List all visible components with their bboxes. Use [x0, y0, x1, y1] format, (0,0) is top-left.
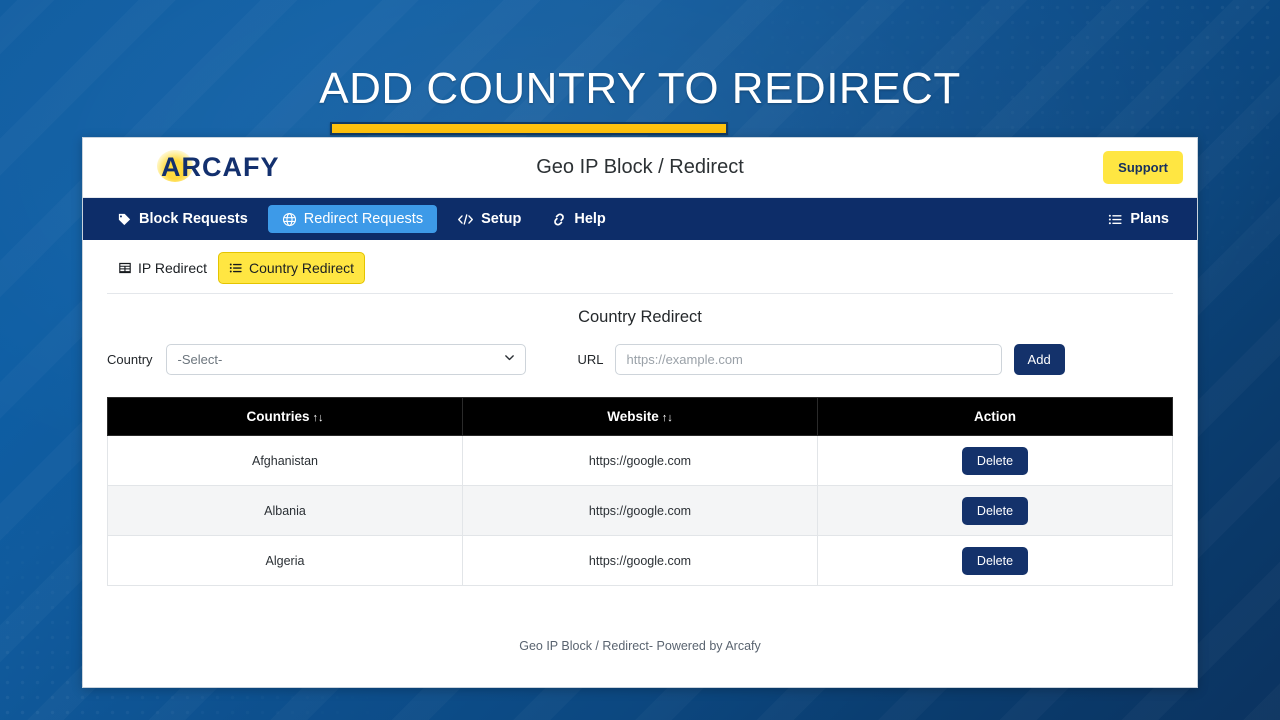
country-select-wrapper: -Select-: [166, 344, 526, 375]
table-icon: [118, 261, 132, 275]
column-label-website: Website: [607, 409, 659, 424]
column-header-action: Action: [818, 398, 1173, 436]
delete-button[interactable]: Delete: [962, 547, 1028, 575]
cell-country: Afghanistan: [108, 436, 463, 486]
app-window: ARCAFY Geo IP Block / Redirect Support B…: [82, 137, 1198, 688]
list-icon: [1108, 212, 1123, 227]
cell-website: https://google.com: [463, 436, 818, 486]
column-header-website[interactable]: Website↑↓: [463, 398, 818, 436]
delete-button[interactable]: Delete: [962, 447, 1028, 475]
sort-icon-website[interactable]: ↑↓: [662, 412, 673, 424]
list-icon: [229, 261, 243, 275]
add-country-form: Country -Select- URL Add: [83, 327, 1197, 375]
cell-country: Algeria: [108, 536, 463, 586]
logo-letter-a: A: [161, 152, 182, 182]
redirects-table-wrapper: Countries↑↓ Website↑↓ Action Afghanistan…: [83, 375, 1197, 586]
add-button[interactable]: Add: [1014, 344, 1065, 375]
nav-label-help: Help: [574, 211, 605, 227]
table-head: Countries↑↓ Website↑↓ Action: [108, 398, 1173, 436]
nav-item-block-requests[interactable]: Block Requests: [107, 206, 258, 232]
table-row: Algeria https://google.com Delete: [108, 536, 1173, 586]
nav-label-setup: Setup: [481, 211, 521, 227]
tab-label-country-redirect: Country Redirect: [249, 260, 354, 276]
logo-text: ARCAFY: [161, 154, 280, 181]
url-label: URL: [578, 352, 604, 367]
nav-item-setup[interactable]: Setup: [447, 206, 531, 232]
app-header: ARCAFY Geo IP Block / Redirect Support: [83, 138, 1197, 198]
nav-label-plans: Plans: [1130, 211, 1169, 227]
table-row: Albania https://google.com Delete: [108, 486, 1173, 536]
cell-website: https://google.com: [463, 536, 818, 586]
column-label-countries: Countries: [246, 409, 309, 424]
support-button[interactable]: Support: [1103, 151, 1183, 184]
table-body: Afghanistan https://google.com Delete Al…: [108, 436, 1173, 586]
nav-label-redirect-requests: Redirect Requests: [304, 211, 423, 227]
globe-icon: [282, 212, 297, 227]
slide-title-underline: [330, 122, 728, 135]
column-label-action: Action: [974, 409, 1016, 424]
url-input[interactable]: [615, 344, 1002, 375]
tag-icon: [117, 212, 132, 227]
table-header-row: Countries↑↓ Website↑↓ Action: [108, 398, 1173, 436]
slide-title: ADD COUNTRY TO REDIRECT: [0, 64, 1280, 114]
table-row: Afghanistan https://google.com Delete: [108, 436, 1173, 486]
country-select-value: -Select-: [178, 352, 223, 367]
logo-letters-rest: RCAFY: [182, 152, 280, 182]
tab-ip-redirect[interactable]: IP Redirect: [107, 252, 218, 284]
section-title: Country Redirect: [83, 308, 1197, 327]
nav-item-help[interactable]: Help: [541, 206, 615, 232]
nav-item-plans[interactable]: Plans: [1098, 206, 1179, 232]
sort-icon-countries[interactable]: ↑↓: [313, 412, 324, 424]
tab-country-redirect[interactable]: Country Redirect: [218, 252, 365, 284]
app-footer: Geo IP Block / Redirect- Powered by Arca…: [83, 639, 1197, 653]
tab-label-ip-redirect: IP Redirect: [138, 260, 207, 276]
country-select[interactable]: -Select-: [166, 344, 526, 375]
delete-button[interactable]: Delete: [962, 497, 1028, 525]
lifebuoy-icon: [551, 212, 567, 227]
main-navigation: Block Requests Redirect Requests Setup H…: [83, 198, 1197, 240]
cell-action: Delete: [818, 436, 1173, 486]
redirects-table: Countries↑↓ Website↑↓ Action Afghanistan…: [107, 397, 1173, 586]
sub-tab-bar: IP Redirect Country Redirect: [83, 240, 1197, 284]
tabs-divider: [107, 293, 1173, 294]
cell-website: https://google.com: [463, 486, 818, 536]
nav-label-block-requests: Block Requests: [139, 211, 248, 227]
code-icon: [457, 212, 474, 227]
country-label: Country: [107, 352, 153, 367]
cell-action: Delete: [818, 486, 1173, 536]
column-header-countries[interactable]: Countries ↑↓: [108, 398, 463, 436]
cell-country: Albania: [108, 486, 463, 536]
cell-action: Delete: [818, 536, 1173, 586]
nav-item-redirect-requests[interactable]: Redirect Requests: [268, 205, 437, 233]
arcafy-logo[interactable]: ARCAFY: [161, 148, 280, 188]
